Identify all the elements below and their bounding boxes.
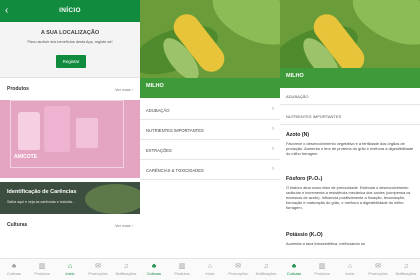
plant-icon: ♣ [291, 263, 297, 270]
nutrient-text: Favorece o desenvolvimento vegetativo e … [286, 141, 414, 156]
bottom-navigation: ♣ Culturas ▥ Produtos ⌂ Início ✉ Promoçõ… [140, 258, 280, 280]
home-icon: ⌂ [347, 263, 353, 270]
products-header: Produtos Ver mais › [0, 84, 140, 96]
nav-item-inicio[interactable]: ⌂ Início [196, 259, 224, 280]
bottom-navigation: ♣ Culturas ▥ Produtos ⌂ Início ✉ Promoçõ… [0, 258, 140, 280]
divider [280, 124, 420, 125]
chevron-right-icon: › [272, 126, 274, 132]
plant-icon: ♣ [151, 263, 157, 270]
cultures-title: Culturas [7, 222, 28, 228]
promotions-icon: ✉ [235, 263, 241, 270]
nav-label: Produtos [34, 272, 50, 276]
leaf-image [85, 184, 140, 214]
nav-item-inicio[interactable]: ⌂ Início [56, 259, 84, 280]
products-title: Produtos [7, 86, 29, 92]
nav-label: Promoções [368, 272, 388, 276]
cultures-header: Culturas Ver mais › [0, 220, 140, 232]
plant-icon: ♣ [11, 263, 17, 270]
chevron-right-icon: › [272, 146, 274, 152]
nav-label: Produtos [314, 272, 330, 276]
nav-item-notificacoes[interactable]: ♫ Notificações [112, 259, 140, 280]
bell-icon: ♫ [263, 263, 269, 270]
page-title: INÍCIO [59, 7, 81, 14]
top-bar: ‹ INÍCIO [0, 0, 140, 22]
product-name: AMICOTE [14, 154, 38, 160]
nav-label: Culturas [286, 272, 302, 276]
cultures-see-more-link[interactable]: Ver mais › [115, 223, 133, 228]
nav-item-promocoes[interactable]: ✉ Promoções [84, 259, 112, 280]
menu-item-nutrientes[interactable]: NUTRIENTES IMPORTANTES › [140, 121, 280, 140]
menu-label: ADUBAÇÃO [146, 108, 170, 113]
products-icon: ▥ [178, 263, 186, 270]
crop-title: MILHO [286, 73, 304, 79]
location-card: A SUA LOCALIZAÇÃO Para usufruir dos bene… [0, 22, 140, 78]
menu-item-adubacao[interactable]: ADUBAÇÃO › [140, 101, 280, 120]
menu-label: CARÊNCIAS & TOXICIDADES [146, 168, 204, 173]
nav-label: Culturas [146, 272, 162, 276]
register-button[interactable]: Registar [56, 55, 86, 68]
crop-title: MILHO [146, 83, 164, 89]
products-icon: ▥ [38, 263, 46, 270]
nav-item-culturas[interactable]: ♣ Culturas [140, 259, 168, 280]
identification-title: Identificação de Carências [7, 189, 77, 195]
section-adubacao[interactable]: ADUBAÇÃO [286, 94, 308, 99]
nav-item-promocoes[interactable]: ✉ Promoções [224, 259, 252, 280]
nav-label: Início [65, 272, 75, 276]
nav-label: Notificações [395, 272, 417, 276]
promotions-icon: ✉ [95, 263, 101, 270]
nav-item-notificacoes[interactable]: ♫ Notificações [252, 259, 280, 280]
nav-item-culturas[interactable]: ♣ Culturas [280, 259, 308, 280]
products-carousel[interactable]: AMICOTE [0, 100, 140, 178]
nav-label: Promoções [88, 272, 108, 276]
deficiency-identification-card[interactable]: Identificação de Carências Saiba aqui e … [0, 182, 140, 214]
crop-menu-screen: MILHO ADUBAÇÃO › NUTRIENTES IMPORTANTES … [140, 0, 280, 280]
section-nutrientes[interactable]: NUTRIENTES IMPORTANTES [286, 114, 341, 119]
home-screen: ‹ INÍCIO A SUA LOCALIZAÇÃO Para usufruir… [0, 0, 140, 280]
bell-icon: ♫ [403, 263, 409, 270]
nav-item-culturas[interactable]: ♣ Culturas [0, 259, 28, 280]
menu-label: EXTRAÇÕES [146, 148, 172, 153]
menu-item-carencias[interactable]: CARÊNCIAS & TOXICIDADES › [140, 161, 280, 180]
nutrient-text: Aumenta a taxa fotossintética, melhorand… [286, 241, 365, 246]
chevron-right-icon: › [272, 106, 274, 112]
nutrients-screen: MILHO ADUBAÇÃO NUTRIENTES IMPORTANTES Az… [280, 0, 420, 280]
nav-item-produtos[interactable]: ▥ Produtos [308, 259, 336, 280]
bell-icon: ♫ [123, 263, 129, 270]
nav-label: Início [345, 272, 355, 276]
nav-item-inicio[interactable]: ⌂ Início [336, 259, 364, 280]
nav-label: Culturas [6, 272, 22, 276]
promotions-icon: ✉ [375, 263, 381, 270]
chevron-right-icon: › [272, 166, 274, 172]
nav-item-promocoes[interactable]: ✉ Promoções [364, 259, 392, 280]
nutrient-text: O fósforo atua como fator de precocidade… [286, 185, 411, 210]
identification-subtitle: Saiba aqui e veja as carências e toxicid… [7, 200, 75, 204]
nav-label: Promoções [228, 272, 248, 276]
products-see-more-link[interactable]: Ver mais › [115, 87, 133, 92]
menu-item-extracoes[interactable]: EXTRAÇÕES › [140, 141, 280, 160]
nav-label: Produtos [174, 272, 190, 276]
location-title: A SUA LOCALIZAÇÃO [40, 30, 100, 36]
bottom-navigation: ♣ Culturas ▥ Produtos ⌂ Início ✉ Promoçõ… [280, 258, 420, 280]
nav-label: Notificações [255, 272, 277, 276]
nutrient-title: Fósforo (P₂O₅) [286, 176, 323, 182]
home-icon: ⌂ [207, 263, 213, 270]
menu-label: NUTRIENTES IMPORTANTES [146, 128, 204, 133]
crop-hero-image: MILHO [280, 0, 420, 88]
crop-hero-image: MILHO [140, 0, 280, 98]
nav-item-produtos[interactable]: ▥ Produtos [168, 259, 196, 280]
nav-label: Notificações [115, 272, 137, 276]
products-icon: ▥ [318, 263, 326, 270]
nav-item-notificacoes[interactable]: ♫ Notificações [392, 259, 420, 280]
nav-item-produtos[interactable]: ▥ Produtos [28, 259, 56, 280]
location-subtitle: Para usufruir dos benefícios desta App, … [27, 40, 113, 44]
nutrient-title: Azoto (N) [286, 132, 310, 138]
nutrient-title: Potássio (K₂O) [286, 232, 323, 238]
divider [280, 104, 420, 105]
home-icon: ⌂ [67, 263, 73, 270]
nav-label: Início [205, 272, 215, 276]
